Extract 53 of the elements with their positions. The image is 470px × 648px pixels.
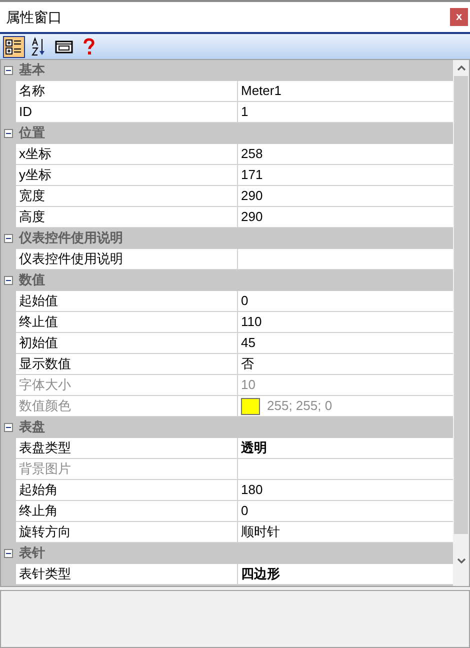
window-title: 属性窗口 bbox=[6, 8, 62, 26]
category-label[interactable]: 基本 bbox=[19, 60, 45, 80]
property-value[interactable]: 290 bbox=[241, 186, 263, 206]
property-value[interactable]: 四边形 bbox=[241, 564, 280, 584]
property-name[interactable]: 起始值 bbox=[16, 291, 238, 311]
property-name[interactable]: 旋转方向 bbox=[16, 522, 238, 542]
property-value[interactable]: 顺时针 bbox=[241, 522, 280, 542]
property-value[interactable]: 290 bbox=[241, 207, 263, 227]
property-name[interactable]: ID bbox=[16, 102, 238, 122]
property-value[interactable]: 110 bbox=[241, 312, 262, 332]
property-value[interactable]: Meter1 bbox=[241, 81, 282, 101]
categorized-view-icon bbox=[5, 38, 23, 56]
category-label[interactable]: 表针 bbox=[19, 543, 45, 563]
property-value[interactable]: 1 bbox=[241, 102, 248, 122]
property-name[interactable]: 表针类型 bbox=[16, 564, 238, 584]
property-name[interactable]: x坐标 bbox=[16, 144, 238, 164]
property-name[interactable]: 表盘类型 bbox=[16, 438, 238, 458]
property-name[interactable]: 终止值 bbox=[16, 312, 238, 332]
scroll-up-icon[interactable] bbox=[456, 65, 466, 71]
question-mark-icon bbox=[83, 38, 95, 56]
property-name[interactable]: 宽度 bbox=[16, 186, 238, 206]
collapse-icon[interactable] bbox=[4, 234, 13, 242]
property-value[interactable]: 0 bbox=[241, 501, 248, 521]
property-value[interactable]: 否 bbox=[241, 354, 254, 374]
property-name[interactable]: 显示数值 bbox=[16, 354, 238, 374]
property-value[interactable]: 258 bbox=[241, 144, 263, 164]
property-name[interactable]: 高度 bbox=[16, 207, 238, 227]
close-button[interactable]: x bbox=[450, 8, 468, 26]
scroll-down-icon[interactable] bbox=[456, 558, 466, 564]
property-name[interactable]: 终止角 bbox=[16, 501, 238, 521]
window-icon bbox=[55, 40, 73, 54]
category-label[interactable]: 仪表控件使用说明 bbox=[19, 228, 123, 248]
collapse-icon[interactable] bbox=[4, 548, 13, 558]
property-value[interactable]: 0 bbox=[241, 291, 248, 311]
property-value[interactable]: 45 bbox=[241, 333, 256, 353]
property-value[interactable]: 透明 bbox=[241, 438, 267, 458]
collapse-icon[interactable] bbox=[4, 276, 13, 284]
scrollbar-thumb[interactable] bbox=[454, 76, 468, 534]
collapse-icon[interactable] bbox=[4, 422, 13, 432]
property-name[interactable]: 初始值 bbox=[16, 333, 238, 353]
category-label[interactable]: 数值 bbox=[19, 270, 45, 290]
collapse-icon[interactable] bbox=[4, 128, 13, 138]
categorized-view-button[interactable] bbox=[3, 36, 25, 58]
property-value[interactable]: 171 bbox=[241, 165, 263, 185]
scrollbar[interactable] bbox=[453, 60, 469, 586]
property-name[interactable]: 名称 bbox=[16, 81, 238, 101]
category-label[interactable]: 表盘 bbox=[19, 417, 45, 437]
property-name[interactable]: y坐标 bbox=[16, 165, 238, 185]
category-label[interactable]: 位置 bbox=[19, 123, 45, 143]
property-name[interactable]: 起始角 bbox=[16, 480, 238, 500]
collapse-icon[interactable] bbox=[4, 66, 13, 74]
sort-az-icon bbox=[31, 36, 47, 56]
property-value[interactable]: 180 bbox=[241, 480, 263, 500]
